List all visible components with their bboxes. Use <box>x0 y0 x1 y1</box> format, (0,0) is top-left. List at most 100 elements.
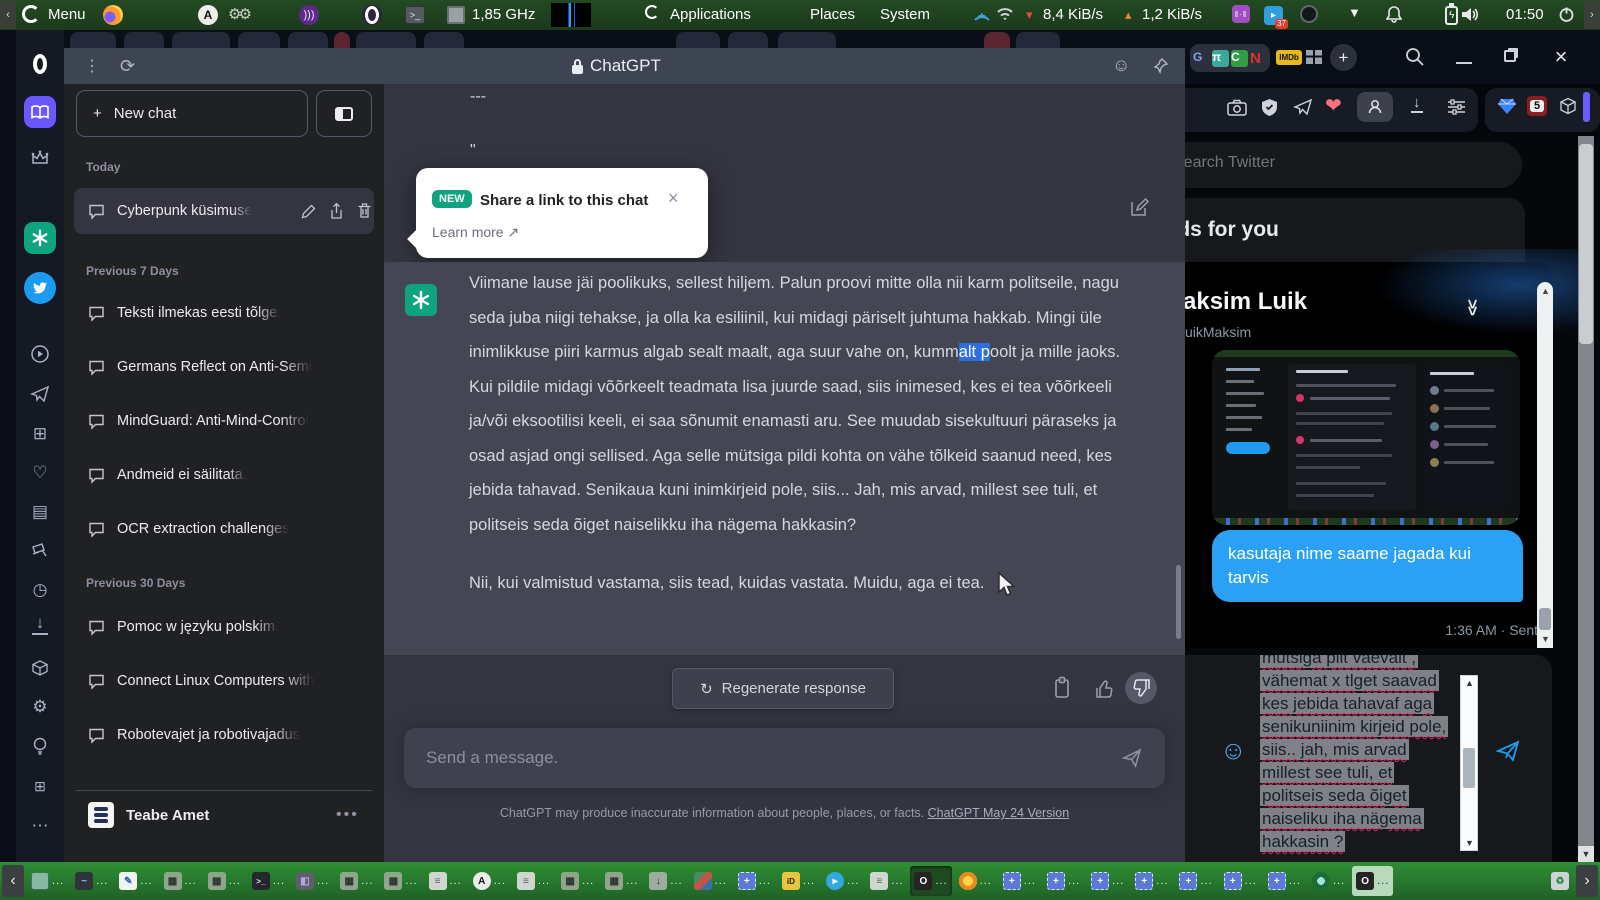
system-menu[interactable]: System <box>880 6 930 23</box>
send-message-icon[interactable] <box>1121 747 1143 769</box>
twitter-search-field[interactable]: Search Twitter <box>1185 142 1522 188</box>
news-icon[interactable]: ▤ <box>24 496 56 528</box>
audio-tray-icon[interactable]: ‖·‖ <box>1232 5 1250 23</box>
learn-more-link[interactable]: Learn more ↗ <box>432 224 519 241</box>
taskbar-window-id[interactable]: iD... <box>778 866 819 896</box>
sidebar-item[interactable]: Germans Reflect on Anti-Semi <box>74 344 374 390</box>
google-tab-favicon[interactable]: G <box>1193 50 1210 67</box>
taskbar-window-opera-active[interactable]: O... <box>1352 866 1393 896</box>
maximize-button[interactable] <box>1504 50 1516 62</box>
dm-send-icon[interactable] <box>1495 739 1521 763</box>
browser-tab[interactable] <box>728 32 768 48</box>
sidebar-item[interactable]: OCR extraction challenges <box>74 506 374 552</box>
sidebar-item[interactable]: Connect Linux Computers with <box>74 658 374 704</box>
extension-bar-icon[interactable] <box>1583 92 1590 122</box>
taskbar-window-screenshot[interactable]: +... <box>1264 866 1305 896</box>
page-title-area[interactable]: ChatGPT <box>572 56 661 76</box>
scroll-up-icon[interactable]: ▲ <box>1541 286 1550 296</box>
search-icon[interactable] <box>1404 46 1426 68</box>
sidebar-item[interactable]: MindGuard: Anti-Mind-Control <box>74 398 374 444</box>
browser-tab[interactable] <box>288 32 328 48</box>
taskbar-window-video[interactable]: ▦... <box>380 866 421 896</box>
account-menu-dots[interactable]: ••• <box>336 806 359 824</box>
settings-gear-icon[interactable]: ⚙ <box>24 691 56 723</box>
browser-tab[interactable] <box>778 32 836 48</box>
twitter-sidebar-icon[interactable] <box>24 272 56 304</box>
reload-icon[interactable]: ⟳ <box>120 56 135 77</box>
browser-tab[interactable] <box>70 32 116 48</box>
sidebar-item[interactable]: Teksti ilmekas eesti tõlge. <box>74 290 374 336</box>
downloads-icon[interactable]: ↓ <box>32 613 48 635</box>
account-extension-active[interactable] <box>1357 92 1393 122</box>
emoji-reaction-icon[interactable]: ☺ <box>1112 55 1130 76</box>
wifi-icon[interactable] <box>996 6 1014 22</box>
taskbar-window-screenshot[interactable]: +... <box>1131 866 1172 896</box>
settings-gears-icon[interactable]: ⚙⚙ <box>228 5 249 23</box>
browser-tab-alert[interactable] <box>984 32 1010 48</box>
shield-check-icon[interactable] <box>1261 98 1278 117</box>
browser-tab[interactable] <box>1016 32 1060 48</box>
scroll-thumb[interactable] <box>1539 608 1551 630</box>
tab-tiling-icon[interactable] <box>1306 50 1322 64</box>
menu-dots-icon[interactable]: ⋮ <box>84 56 100 76</box>
browser-tab[interactable] <box>424 32 464 48</box>
sidebar-more-icon[interactable]: ⋯ <box>24 810 56 842</box>
taskbar-window-video[interactable]: ▦... <box>336 866 377 896</box>
heart-extension-icon[interactable]: ❤ <box>1325 93 1342 118</box>
edit-message-icon[interactable] <box>1129 196 1151 218</box>
tab-group[interactable]: G π C N <box>1190 44 1270 72</box>
account-row[interactable]: Teabe Amet <box>88 802 209 828</box>
bookmarks-reader-icon[interactable] <box>24 96 56 128</box>
tor-browser-icon[interactable]: ))) <box>299 5 319 25</box>
sidebar-item-cyberpunk[interactable]: Cyberpunk küsimuse <box>74 188 374 234</box>
compose-scrollbar[interactable]: ▲ ▼ <box>1460 675 1478 851</box>
imdb-tab-favicon[interactable]: IMDb <box>1276 50 1302 65</box>
taskbar-window-monitor[interactable]: ~... <box>71 866 112 896</box>
edit-pencil-icon[interactable] <box>300 203 317 220</box>
notifications-bell-icon[interactable] <box>1386 5 1402 24</box>
taskbar-window-screenshot[interactable]: +... <box>1220 866 1261 896</box>
terminal-launcher-icon[interactable]: >_ <box>405 6 425 24</box>
collapse-sidebar-button[interactable] <box>316 90 372 137</box>
taskbar-trash[interactable]: ♻ <box>1547 866 1573 896</box>
scroll-down-icon[interactable]: ▼ <box>1465 838 1474 848</box>
regenerate-response-button[interactable]: ↻ Regenerate response <box>672 668 894 709</box>
new-tab-button[interactable]: + <box>1330 44 1357 71</box>
tasklist-scroll-left[interactable]: ‹ <box>2 865 24 897</box>
taskbar-window-screenshot[interactable]: +... <box>999 866 1040 896</box>
taskbar-window-opera[interactable]: O... <box>910 866 951 896</box>
collapse-chevrons-icon[interactable]: >> <box>1462 299 1482 313</box>
scroll-thumb[interactable] <box>1579 144 1593 344</box>
panel-scrollbar[interactable]: ▼ <box>1578 136 1594 862</box>
netflix-tab-favicon[interactable]: N <box>1250 50 1267 67</box>
download-extension-icon[interactable]: ↓ <box>1411 94 1423 113</box>
scroll-down-icon[interactable]: ▼ <box>1578 846 1594 862</box>
pinboards-icon[interactable] <box>24 535 56 567</box>
pi-tab-favicon[interactable]: π <box>1212 50 1229 67</box>
history-clock-icon[interactable]: ◷ <box>24 574 56 606</box>
crown-vpn-icon[interactable] <box>24 142 56 174</box>
taskbar-window-search[interactable]: A... <box>469 866 510 896</box>
places-menu[interactable]: Places <box>810 6 855 23</box>
chatgpt-sidebar-icon[interactable] <box>24 222 56 254</box>
c-tab-favicon[interactable]: C <box>1231 50 1248 67</box>
volume-icon[interactable] <box>1460 6 1480 23</box>
scroll-thumb[interactable] <box>1463 748 1475 788</box>
send-message-input[interactable] <box>404 748 1121 768</box>
taskbar-window-download[interactable]: ↓... <box>645 866 686 896</box>
taskbar-window-desktop[interactable]: ... <box>27 866 68 896</box>
version-link[interactable]: ChatGPT May 24 Version <box>928 806 1070 820</box>
sidebar-item[interactable]: Pomoc w języku polskim. <box>74 604 374 650</box>
thumbs-down-icon[interactable] <box>1125 672 1157 704</box>
scroll-down-icon[interactable]: ▼ <box>1541 634 1550 644</box>
taskbar-window-document[interactable]: ≡... <box>425 866 466 896</box>
popup-close-icon[interactable]: × <box>668 188 679 209</box>
cube-extension-icon[interactable] <box>1559 97 1577 115</box>
taskbar-window-document[interactable]: ≡... <box>866 866 907 896</box>
taskbar-window-editor[interactable]: ✎... <box>115 866 156 896</box>
tips-bulb-icon[interactable] <box>24 730 56 762</box>
taskbar-window-video[interactable]: ▦... <box>160 866 201 896</box>
taskbar-window-screenshot[interactable]: +... <box>734 866 775 896</box>
thumbs-up-icon[interactable] <box>1094 678 1116 700</box>
browser-tab[interactable] <box>124 32 164 48</box>
